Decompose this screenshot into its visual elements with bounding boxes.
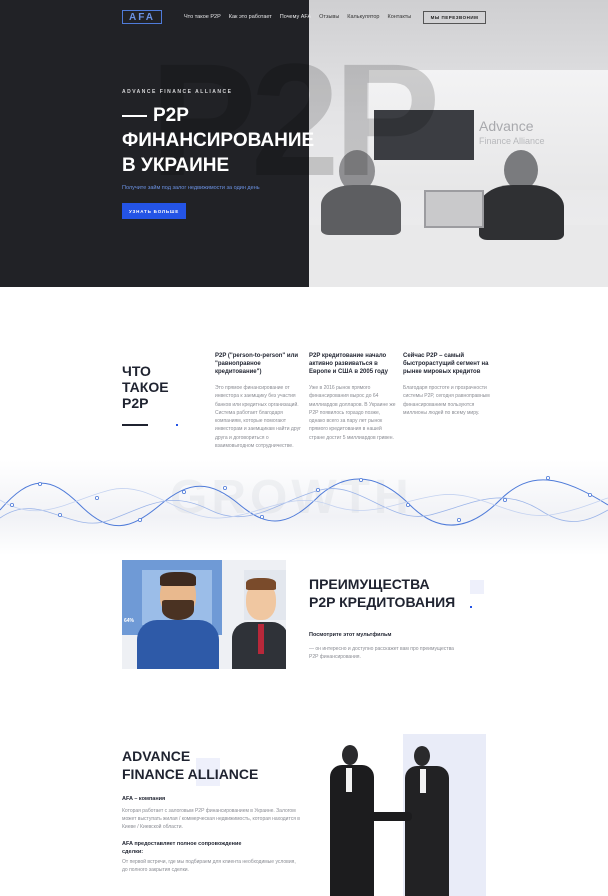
growth-wave-graphic [0, 475, 608, 527]
cartoon-video-thumbnail[interactable]: 64% [122, 560, 286, 669]
nav-item-reviews[interactable]: Отзывы [319, 14, 339, 20]
info-column-1: P2P ("person-to-person" или "равноправно… [215, 352, 303, 450]
office-sign-subtext: Finance Alliance [479, 136, 545, 146]
nav-item-calculator[interactable]: Калькулятор [347, 14, 379, 20]
advantages-subheading: Посмотрите этот мультфильм [309, 632, 392, 638]
hero-subtitle: Получите займ под залог недвижимости за … [122, 185, 260, 191]
afa-heading-company: AFA – компания [122, 796, 166, 802]
hero-kicker: ADVANCE FINANCE ALLIANCE [122, 89, 233, 95]
hero-title-line2: ФИНАНСИРОВАНИЕ [122, 130, 315, 151]
wave-dot [137, 518, 142, 523]
person-right-body [479, 185, 564, 240]
hero-title-line3: В УКРАИНЕ [122, 155, 230, 176]
afa-title: ADVANCE FINANCE ALLIANCE [122, 747, 258, 783]
advantages-title-line2: P2P КРЕДИТОВАНИЯ [309, 594, 456, 610]
logo-text: AFA [129, 11, 155, 23]
wave-dot [95, 496, 100, 501]
wave-dot [58, 513, 63, 518]
decor-square [470, 580, 484, 594]
what-title-line3: P2P [122, 395, 149, 411]
info-column-3: Сейчас P2P – самый быстрорастущий сегмен… [403, 352, 491, 417]
wave-dot [502, 498, 507, 503]
nav-item-contacts[interactable]: Контакты [388, 14, 412, 20]
office-sign-text: Advance [479, 118, 534, 134]
afa-title-line1: ADVANCE [122, 748, 191, 764]
wave-dot [405, 503, 410, 508]
person-right-head [504, 150, 538, 190]
accent-dot [470, 606, 472, 608]
cartoon-percent-label: 64% [124, 618, 135, 624]
nav-item-what-is-p2p[interactable]: Что такое P2P [184, 14, 221, 20]
info-column-heading: Сейчас P2P – самый быстрорастущий сегмен… [403, 353, 489, 375]
handshake-arms [370, 812, 412, 821]
afa-text-support: От первой встречи, где мы подбираем для … [122, 859, 296, 873]
callback-button[interactable]: МЫ ПЕРЕЗВОНИМ [423, 11, 486, 24]
wave-dot [259, 515, 264, 520]
advantages-title-line1: ПРЕИМУЩЕСТВА [309, 576, 430, 592]
afa-heading-support: AFA предоставляет полное сопровождение с… [122, 841, 242, 855]
info-column-heading: P2P кредитование начало активно развиват… [309, 353, 388, 375]
hero-title: P2P ФИНАНСИРОВАНИЕ В УКРАИНЕ [122, 103, 315, 178]
info-column-text: Уже в 2016 рынок прямого финансирования … [309, 385, 396, 441]
info-column-text: Это прямое финансирование от инвестора к… [215, 385, 301, 450]
hero-title-line1: P2P [153, 105, 189, 126]
handshake-man-left [330, 765, 374, 896]
nav-item-why-afa[interactable]: Почему AFA [280, 14, 311, 20]
handshake-man-right [405, 766, 449, 896]
learn-more-button[interactable]: УЗНАТЬ БОЛЬШЕ [122, 203, 186, 219]
wave-dot [315, 487, 320, 492]
hero-section: Advance Finance Alliance P2P AFA Что так… [0, 0, 608, 287]
wave-dot [588, 493, 593, 498]
info-column-heading: P2P ("person-to-person" или "равноправно… [215, 353, 299, 375]
logo[interactable]: AFA [122, 10, 162, 24]
what-title-line2: ТАКОЕ [122, 379, 169, 395]
info-column-2: P2P кредитование начало активно развиват… [309, 352, 397, 442]
info-column-text: Благодаря простоте и прозрачности систем… [403, 385, 490, 416]
accent-dot [176, 424, 178, 426]
wave-dot [222, 485, 227, 490]
wave-dot [358, 477, 363, 482]
nav-item-how-it-works[interactable]: Как это работает [229, 14, 272, 20]
wave-line-3 [0, 488, 608, 519]
advantages-text: — он интересно и доступно расскажет вам … [309, 646, 454, 660]
wave-dot [38, 481, 43, 486]
cartoon-bearded-man [137, 620, 219, 669]
wave-dot [9, 503, 14, 508]
afa-text-company: Которая работает с залоговым P2P финанси… [122, 808, 300, 830]
section-underline [122, 424, 148, 426]
afa-title-line2: FINANCE ALLIANCE [122, 766, 259, 782]
wave-dot [456, 518, 461, 523]
advantages-title: ПРЕИМУЩЕСТВА P2P КРЕДИТОВАНИЯ [309, 575, 455, 611]
wave-dot [546, 475, 551, 480]
wave-dot [181, 489, 186, 494]
main-nav: Что такое P2P Как это работает Почему AF… [184, 14, 419, 20]
what-is-p2p-title: ЧТО ТАКОЕ P2P [122, 363, 169, 411]
wave-line-1 [0, 478, 608, 527]
what-title-line1: ЧТО [122, 363, 151, 379]
wave-line-2 [0, 488, 608, 524]
